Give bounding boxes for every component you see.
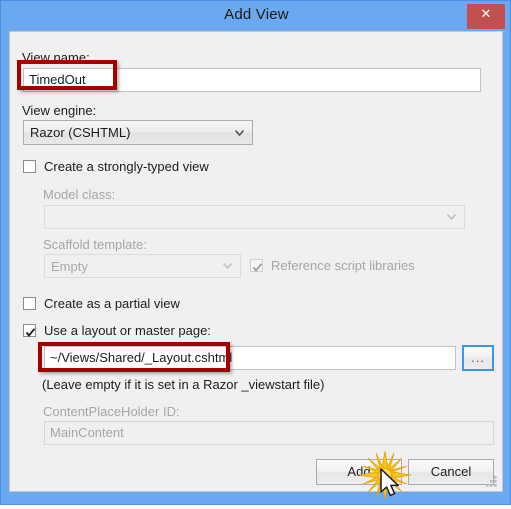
chevron-down-icon (235, 129, 244, 136)
resize-grip[interactable] (485, 475, 498, 488)
view-engine-label: View engine: (22, 103, 97, 118)
partial-view-checkbox-row[interactable]: Create as a partial view (23, 296, 180, 311)
strongly-typed-label: Create a strongly-typed view (44, 159, 209, 174)
scaffold-template-select[interactable]: Empty (44, 254, 241, 278)
partial-view-checkbox[interactable] (23, 297, 36, 310)
reference-scripts-checkbox-row[interactable]: Reference script libraries (250, 258, 415, 273)
strongly-typed-checkbox[interactable] (23, 160, 36, 173)
title-bar: Add View ✕ (1, 1, 511, 33)
view-name-label: View name: (22, 50, 90, 65)
browse-button[interactable]: ... (462, 345, 494, 371)
check-icon (25, 325, 36, 337)
view-engine-select[interactable]: Razor (CSHTML) (23, 120, 253, 145)
reference-scripts-checkbox[interactable] (250, 259, 263, 272)
add-view-dialog: Add View ✕ View name: TimedOut View engi… (0, 0, 511, 505)
chevron-down-icon (223, 263, 232, 269)
use-layout-checkbox-row[interactable]: Use a layout or master page: (23, 323, 211, 338)
use-layout-label: Use a layout or master page: (44, 323, 211, 338)
chevron-down-icon (447, 214, 456, 220)
layout-hint-text: (Leave empty if it is set in a Razor _vi… (42, 377, 325, 392)
partial-view-label: Create as a partial view (44, 296, 180, 311)
view-name-input[interactable]: TimedOut (23, 68, 481, 92)
scaffold-template-label: Scaffold template: (43, 237, 147, 252)
content-placeholder-label: ContentPlaceHolder ID: (43, 404, 180, 419)
layout-path-input[interactable]: ~/Views/Shared/_Layout.cshtml (44, 346, 456, 370)
window-title: Add View (224, 6, 289, 23)
strongly-typed-checkbox-row[interactable]: Create a strongly-typed view (23, 159, 209, 174)
use-layout-checkbox[interactable] (23, 324, 36, 337)
model-class-label: Model class: (43, 187, 116, 202)
model-class-select[interactable] (44, 205, 465, 229)
view-engine-value: Razor (CSHTML) (30, 125, 131, 140)
check-icon (252, 260, 263, 272)
content-placeholder-input[interactable]: MainContent (44, 421, 494, 445)
dialog-content-panel: View name: TimedOut View engine: Razor (… (9, 31, 503, 492)
scaffold-template-value: Empty (51, 259, 88, 274)
close-button[interactable]: ✕ (467, 4, 505, 29)
cancel-button[interactable]: Cancel (408, 459, 494, 485)
close-icon: ✕ (480, 7, 492, 22)
reference-scripts-label: Reference script libraries (271, 258, 415, 273)
add-button[interactable]: Add (316, 459, 402, 485)
